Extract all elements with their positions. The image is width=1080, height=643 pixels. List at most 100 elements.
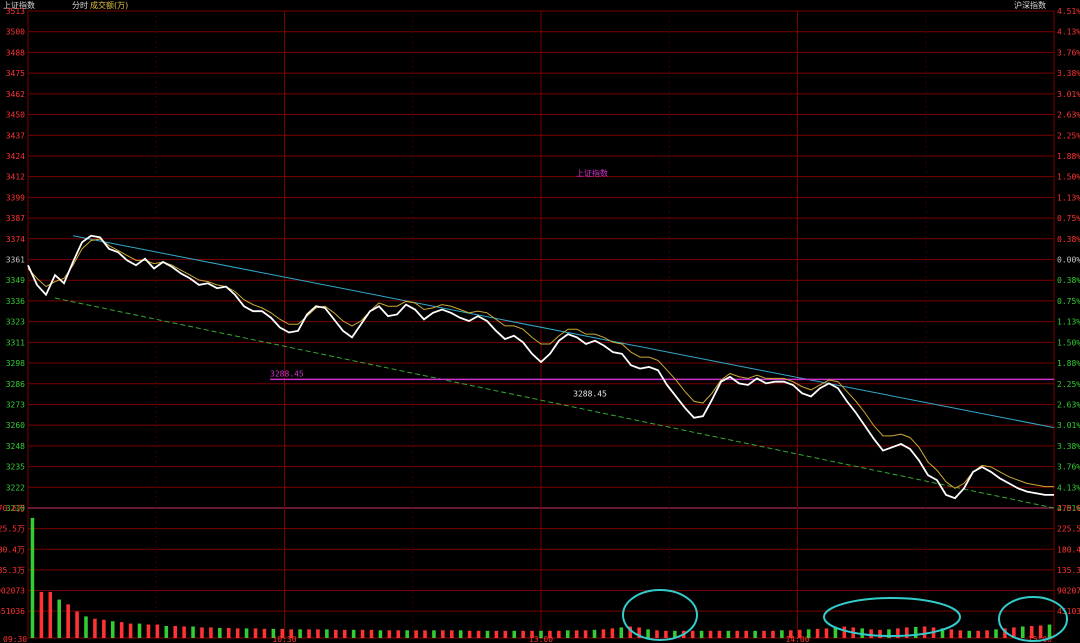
volume-bar (280, 628, 285, 638)
pct-tick-label: 0.00% (1057, 256, 1080, 265)
volume-bar (423, 630, 427, 638)
volume-bar (155, 624, 160, 638)
volume-bar (619, 627, 624, 638)
volume-right-tick-label: 225.5 (1057, 525, 1080, 534)
pct-tick-label: 4.51% (1057, 7, 1080, 16)
pct-tick-label: 1.50% (1057, 338, 1080, 347)
volume-bar (30, 517, 35, 638)
support-line-label: 3288.45 (573, 389, 607, 398)
volume-tick-label: 180.4万 (0, 545, 25, 554)
volume-bar (378, 630, 383, 638)
volume-tick-label: 902073 (0, 587, 25, 596)
pct-tick-label: 3.01% (1057, 421, 1080, 430)
volume-bar (949, 629, 954, 638)
volume-bar (191, 626, 195, 638)
pct-tick-label: 0.75% (1057, 214, 1080, 223)
volume-bar (93, 618, 97, 638)
volume-bar (253, 628, 258, 638)
volume-bar (494, 630, 499, 638)
volume-bar (753, 630, 757, 638)
volume-bar (797, 629, 802, 638)
pct-tick-label: 1.88% (1057, 152, 1080, 161)
volume-bar (565, 630, 570, 638)
price-tick-label: 3450 (6, 111, 25, 120)
price-tick-label: 3513 (6, 7, 25, 16)
price-tick-label: 3387 (6, 214, 25, 223)
volume-bar (780, 630, 784, 638)
pct-tick-label: 1.13% (1057, 193, 1080, 202)
volume-bar (182, 626, 186, 638)
volume-bar (539, 630, 543, 638)
volume-bar (815, 628, 820, 638)
volume-bar (646, 629, 650, 638)
price-tick-label: 3349 (6, 276, 25, 285)
price-tick-label: 3248 (6, 442, 25, 451)
volume-bar (432, 630, 436, 638)
pct-tick-label: 2.63% (1057, 111, 1080, 120)
volume-bar (396, 630, 401, 638)
time-tick-label: 10:30 (272, 635, 296, 643)
volume-bar (771, 630, 775, 638)
volume-bar (441, 630, 445, 638)
volume-bar (557, 630, 561, 638)
highlight-circle (823, 597, 961, 637)
pct-tick-label: 1.88% (1057, 359, 1080, 368)
volume-bar (530, 630, 534, 638)
volume-bar (967, 630, 972, 638)
volume-bar (146, 624, 151, 638)
volume-bar (298, 629, 302, 638)
pct-tick-label: 1.50% (1057, 173, 1080, 182)
price-tick-label: 3311 (6, 338, 25, 347)
price-tick-label: 3399 (6, 193, 25, 202)
price-tick-label: 3488 (6, 48, 25, 57)
price-tick-label: 3323 (6, 318, 25, 327)
volume-bar (449, 630, 454, 638)
volume-bar (699, 630, 704, 638)
volume-bar (128, 623, 133, 638)
volume-bar (39, 591, 44, 638)
watermark-title: 上证指数 (576, 168, 608, 178)
volume-bar (1047, 624, 1052, 638)
price-tick-label: 3298 (6, 359, 25, 368)
price-tick-label: 3260 (6, 421, 25, 430)
volume-tick-label: 270.6万 (0, 504, 25, 513)
volume-bar (922, 626, 927, 638)
volume-bar (360, 629, 365, 638)
volume-bar (574, 630, 579, 638)
volume-bar (316, 629, 320, 638)
volume-bar (235, 628, 240, 638)
volume-bar (548, 630, 552, 638)
price-tick-label: 3336 (6, 297, 25, 306)
price-tick-label: 3235 (6, 463, 25, 472)
volume-bar (387, 630, 392, 638)
volume-right-tick-label: 270.6 (1057, 504, 1080, 513)
volume-bar (690, 630, 695, 638)
volume-bar (476, 630, 481, 638)
volume-bar (1038, 625, 1043, 638)
volume-bar (655, 630, 659, 638)
volume-bar (913, 626, 918, 638)
volume-right-tick-label: 135.3 (1057, 566, 1080, 575)
price-tick-label: 3500 (6, 28, 25, 37)
volume-bar (824, 628, 829, 638)
pct-tick-label: 3.76% (1057, 48, 1080, 57)
price-tick-label: 3437 (6, 131, 25, 140)
volume-bar (717, 630, 722, 638)
pct-tick-label: 3.76% (1057, 463, 1080, 472)
volume-tick-label: 451036 (0, 607, 25, 616)
volume-right-tick-label: 180.4 (1057, 545, 1080, 554)
volume-bar (325, 629, 329, 638)
pct-tick-label: 0.38% (1057, 276, 1080, 285)
volume-bar (583, 630, 588, 638)
volume-bar (307, 629, 311, 638)
volume-right-tick-label: 90207 (1057, 587, 1080, 596)
pct-tick-label: 3.38% (1057, 442, 1080, 451)
volume-bar (244, 628, 249, 638)
volume-bar (726, 630, 731, 638)
volume-bar (762, 630, 766, 638)
volume-bar (503, 630, 508, 638)
intraday-chart[interactable]: 3513 4.51% 3500 4.13% 3488 3.76% 3475 3.38% 3462… (0, 0, 1080, 643)
pct-tick-label: 3.38% (1057, 69, 1080, 78)
volume-bar (744, 630, 748, 638)
volume-bar (110, 621, 115, 638)
